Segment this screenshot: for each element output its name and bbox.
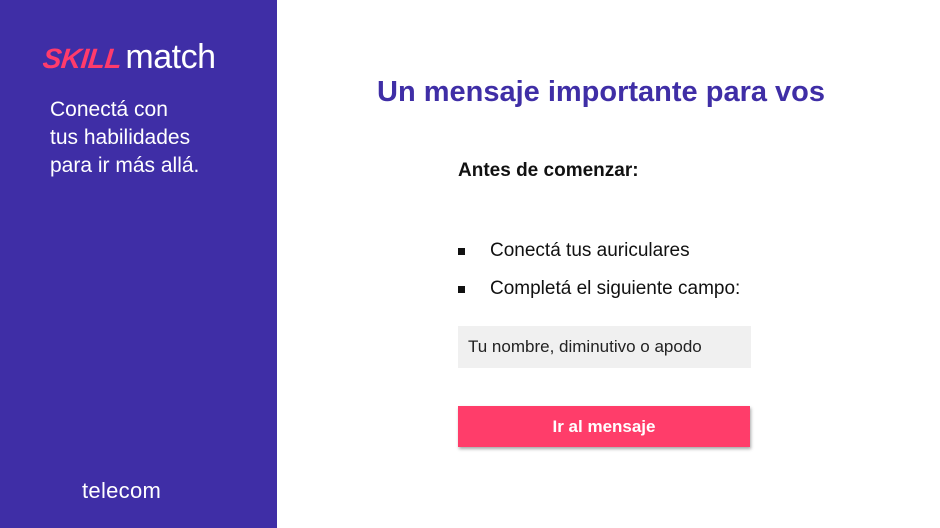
square-bullet-icon: [458, 247, 465, 255]
tagline: Conectá con tus habilidades para ir más …: [50, 96, 260, 180]
skillmatch-logo: SKILL match: [41, 38, 216, 78]
tagline-line-2: tus habilidades: [50, 126, 191, 149]
list-item: Completá el siguiente campo:: [458, 270, 740, 308]
page-title: Un mensaje importante para vos: [377, 76, 826, 108]
go-to-message-button[interactable]: Ir al mensaje: [458, 406, 750, 447]
square-bullet-icon: [458, 285, 465, 293]
tagline-line-1: Conectá con: [50, 98, 168, 121]
sidebar: SKILL match Conectá con tus habilidades …: [0, 0, 277, 528]
page: SKILL match Conectá con tus habilidades …: [0, 0, 940, 528]
step-text: Conectá tus auriculares: [490, 240, 690, 261]
instructions-heading: Antes de comenzar:: [458, 160, 639, 181]
logo-match-text: match: [125, 38, 216, 76]
list-item: Conectá tus auriculares: [458, 232, 740, 270]
tagline-line-3: para ir más allá.: [50, 154, 200, 177]
step-text: Completá el siguiente campo:: [490, 278, 741, 299]
logo-skill-text: SKILL: [41, 43, 124, 74]
name-input[interactable]: [458, 326, 751, 368]
telecom-logo: telecom: [82, 478, 162, 503]
steps-list: Conectá tus auriculares Completá el sigu…: [458, 232, 740, 308]
